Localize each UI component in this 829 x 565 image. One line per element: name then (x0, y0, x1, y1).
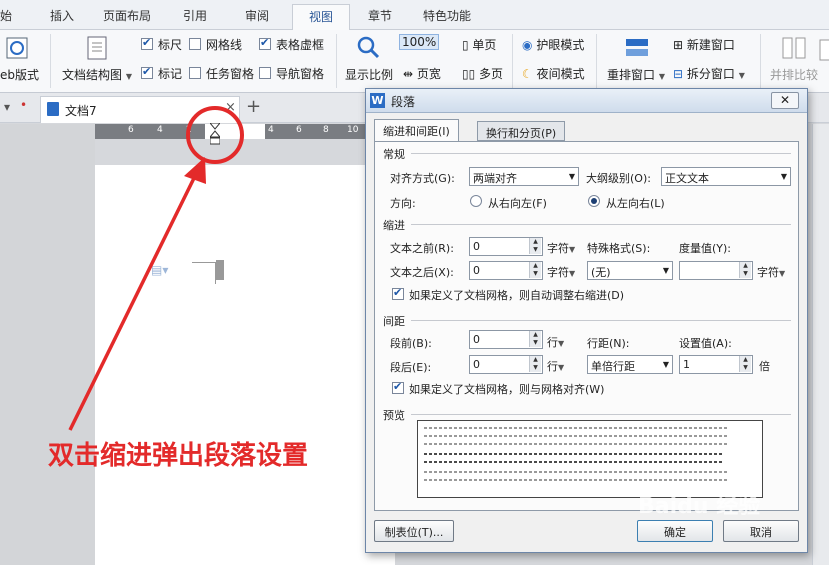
annotation-arrowhead (184, 157, 206, 184)
annotation-overlay (68, 106, 244, 431)
annotation-circle (186, 106, 244, 164)
annotation-arrow-shaft (68, 171, 199, 431)
annotation-caption: 双击缩进弹出段落设置 (48, 441, 309, 471)
baidu-watermark: Baidu 经验 (638, 494, 761, 519)
